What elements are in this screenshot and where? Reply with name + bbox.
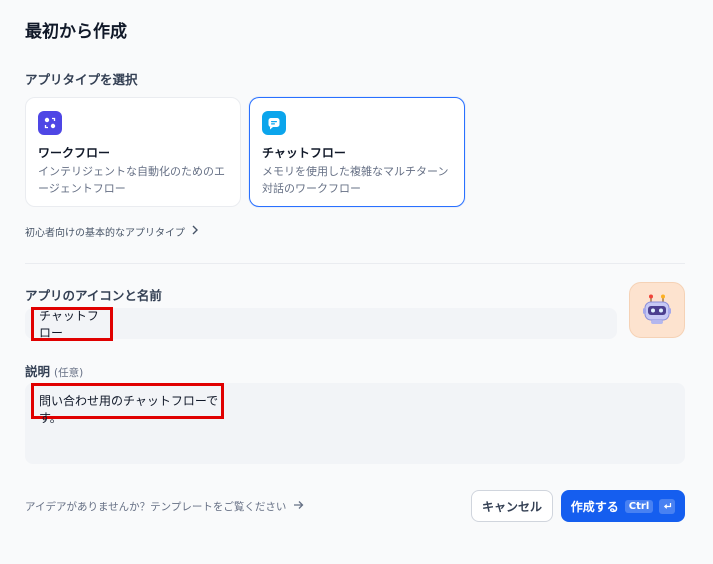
idea-link-label: アイデアがありませんか？テンプレートをご覧ください bbox=[25, 501, 287, 513]
card-description: メモリを使用した複雑なマルチターン対話のワークフロー bbox=[262, 165, 449, 195]
app-icon-picker[interactable] bbox=[629, 282, 685, 338]
app-name-input[interactable] bbox=[25, 308, 617, 339]
app-name-value: チャットフロー bbox=[31, 307, 113, 341]
create-button-label: 作成する bbox=[570, 499, 619, 514]
template-idea-link[interactable]: アイデアがありませんか？テンプレートをご覧ください bbox=[25, 499, 304, 514]
beginner-link-label: 初心者向けの基本的なアプリタイプ bbox=[25, 228, 185, 239]
chatflow-icon bbox=[262, 111, 286, 135]
description-value: 問い合わせ用のチャットフローです。 bbox=[31, 383, 224, 425]
app-type-card-workflow[interactable]: ワークフロー インテリジェントな自動化のためのエージェントフロー bbox=[25, 97, 241, 207]
robot-emoji-icon bbox=[643, 294, 671, 324]
description-field-label: 説明 (任意) bbox=[25, 361, 83, 380]
cancel-button[interactable]: キャンセル bbox=[471, 490, 553, 522]
create-button[interactable]: 作成する Ctrl bbox=[561, 490, 685, 522]
workflow-icon bbox=[38, 111, 62, 135]
card-title: ワークフロー bbox=[38, 146, 111, 160]
arrow-right-icon bbox=[293, 500, 304, 513]
divider bbox=[25, 263, 685, 264]
page-title: 最初から作成 bbox=[25, 22, 127, 42]
optional-hint: (任意) bbox=[54, 367, 84, 379]
card-title: チャットフロー bbox=[262, 146, 346, 160]
name-field-label: アプリのアイコンと名前 bbox=[25, 288, 162, 303]
card-description: インテリジェントな自動化のためのエージェントフロー bbox=[38, 165, 225, 195]
app-type-label: アプリタイプを選択 bbox=[25, 72, 138, 87]
enter-key-icon bbox=[659, 498, 676, 514]
description-label-text: 説明 bbox=[25, 364, 51, 379]
shortcut-key-ctrl: Ctrl bbox=[624, 499, 654, 513]
chevron-right-icon bbox=[191, 225, 199, 238]
app-type-card-chatflow[interactable]: チャットフロー メモリを使用した複雑なマルチターン対話のワークフロー bbox=[249, 97, 465, 207]
beginner-app-types-link[interactable]: 初心者向けの基本的なアプリタイプ bbox=[25, 224, 199, 239]
